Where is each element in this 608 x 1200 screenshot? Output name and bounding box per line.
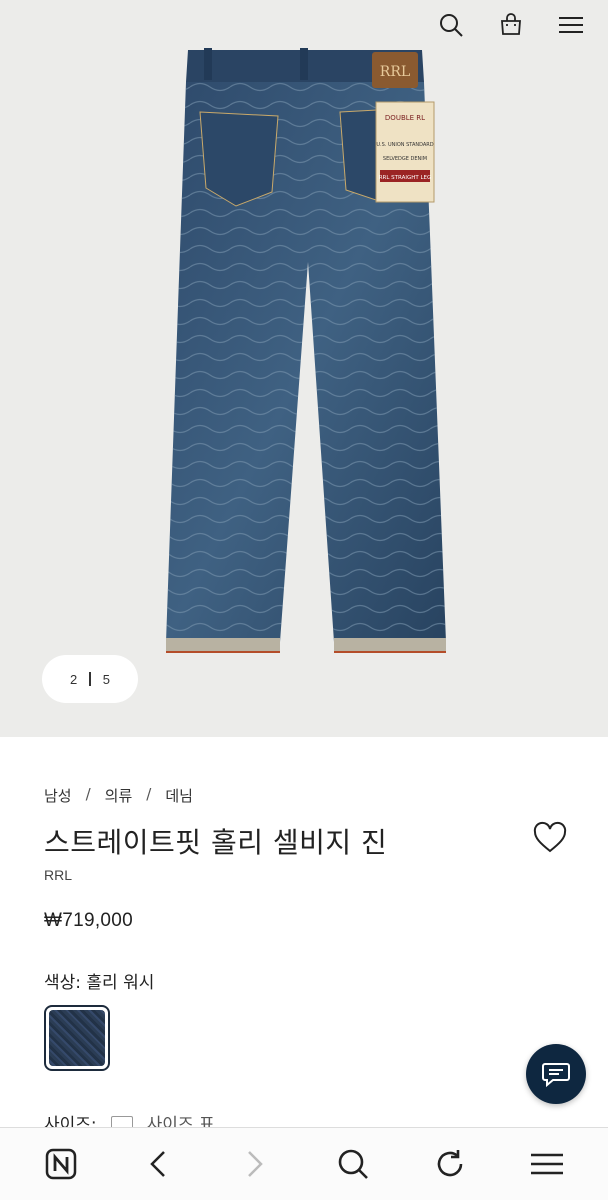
menu-icon[interactable] [554, 8, 588, 42]
product-info: 남성 / 의류 / 데님 스트레이트핏 홀리 셀비지 진 RRL ₩719,00… [0, 737, 608, 1135]
product-title: 스트레이트핏 홀리 셀비지 진 [44, 826, 388, 859]
pager-current: 2 [70, 671, 78, 687]
pager-total: 5 [102, 671, 110, 687]
header-actions [434, 8, 588, 42]
color-label: 색상: 홀리 워시 [44, 973, 155, 993]
menu-icon[interactable] [522, 1139, 572, 1189]
pager-divider [89, 672, 91, 686]
svg-text:DOUBLE RL: DOUBLE RL [385, 114, 425, 122]
product-image-gallery[interactable]: RRL DOUBLE RL U.S. UNION STANDARD SELVED… [0, 0, 608, 737]
color-swatch-holly-wash[interactable] [44, 1005, 110, 1071]
breadcrumb-separator: / [85, 785, 91, 803]
reload-icon[interactable] [425, 1139, 475, 1189]
shopping-bag-icon[interactable] [494, 8, 528, 42]
svg-text:RRL STRAIGHT LEG: RRL STRAIGHT LEG [379, 175, 432, 181]
back-icon[interactable] [133, 1139, 183, 1189]
svg-text:U.S. UNION STANDARD: U.S. UNION STANDARD [376, 142, 433, 148]
search-icon[interactable] [434, 8, 468, 42]
breadcrumb-item-denim[interactable]: 데님 [165, 785, 193, 806]
svg-text:RRL: RRL [380, 64, 410, 80]
product-brand[interactable]: RRL [44, 867, 72, 883]
naver-icon[interactable] [36, 1139, 86, 1189]
breadcrumb: 남성 / 의류 / 데님 [44, 785, 193, 806]
chat-button[interactable] [526, 1044, 586, 1104]
browser-bottom-bar [0, 1127, 608, 1200]
svg-text:SELVEDGE DENIM: SELVEDGE DENIM [383, 156, 427, 162]
breadcrumb-item-men[interactable]: 남성 [44, 785, 72, 806]
breadcrumb-item-clothing[interactable]: 의류 [105, 785, 133, 806]
product-price: ₩719,000 [44, 910, 134, 931]
chat-bubble-icon [542, 1063, 570, 1088]
gallery-pager[interactable]: 2 5 [42, 655, 138, 703]
search-icon[interactable] [328, 1139, 378, 1189]
jeans-product-image: RRL DOUBLE RL U.S. UNION STANDARD SELVED… [166, 48, 446, 653]
breadcrumb-separator: / [146, 785, 152, 803]
swatch-denim-texture [49, 1010, 105, 1066]
wishlist-heart-icon[interactable] [532, 821, 568, 857]
forward-icon[interactable] [230, 1139, 280, 1189]
